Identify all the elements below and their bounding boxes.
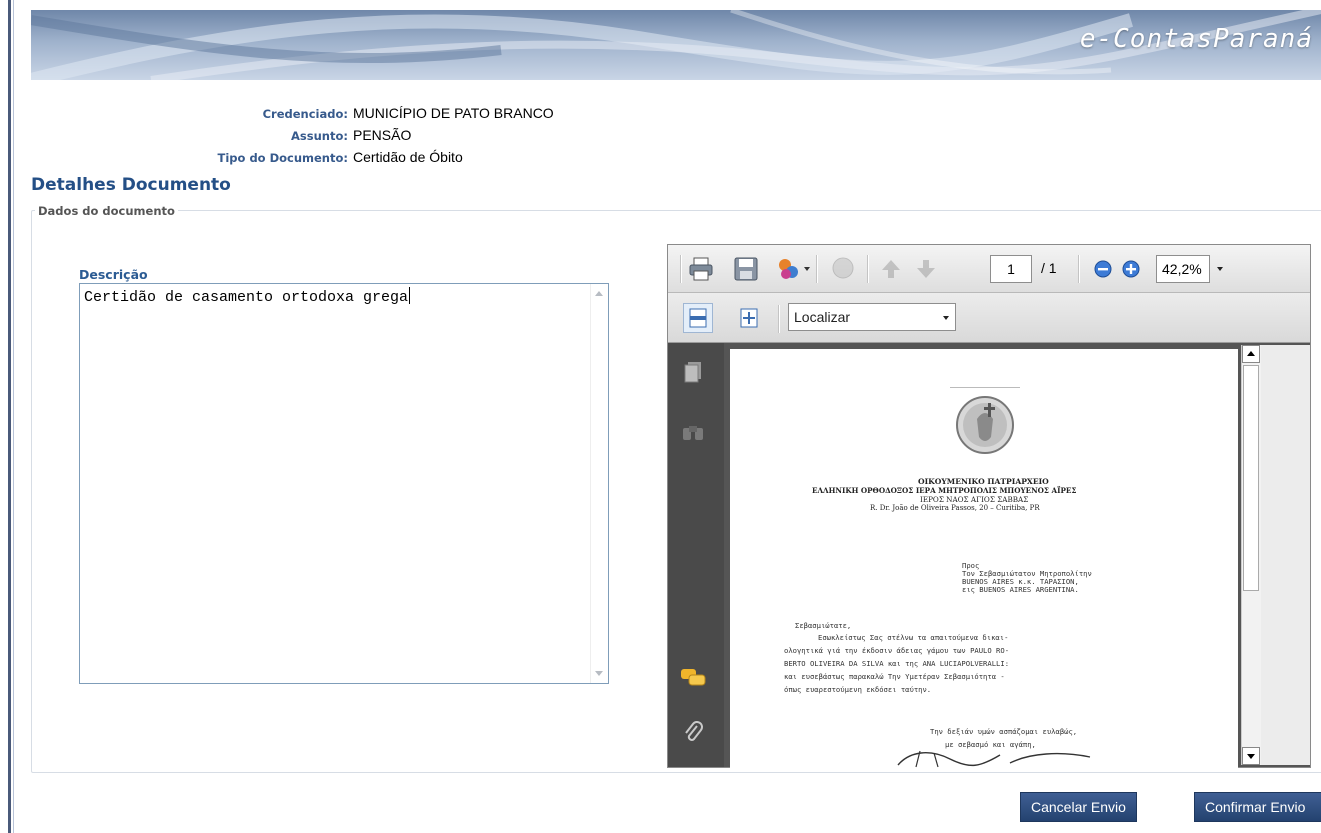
viewer-toolbar-bottom: [668, 293, 1310, 343]
page-number-input[interactable]: 1: [990, 255, 1032, 283]
document-area[interactable]: ΟΙΚΟΥΜΕΝΙΚΟ ΠΑΤΡΙΑΡΧΕΙΟ ΕΛΛΗΝΙΚΗ ΟΡΘΟΔΟΞ…: [724, 343, 1310, 769]
descricao-scrollbar[interactable]: [590, 284, 608, 683]
assunto-label: Assunto:: [291, 129, 348, 143]
paperclip-icon[interactable]: [678, 718, 708, 748]
left-border: [0, 0, 16, 833]
fit-width-icon[interactable]: [683, 303, 713, 333]
document-page: ΟΙΚΟΥΜΕΝΙΚΟ ΠΑΤΡΙΑΡΧΕΙΟ ΕΛΛΗΝΙΚΗ ΟΡΘΟΔΟΞ…: [730, 349, 1238, 769]
confirm-send-button[interactable]: Confirmar Envio: [1194, 792, 1321, 822]
doc-body-5: όπως ευαρεστούμενη εκδόσει ταύτην.: [784, 685, 932, 694]
pdf-viewer: 1 / 1 42,2% Localizar ΟΙΚΟΥΜΕΝΙΚΟ ΠΑΤΡΙΑ…: [667, 244, 1311, 769]
arrow-down-icon[interactable]: [911, 254, 941, 284]
fieldset-legend: Dados do documento: [35, 204, 178, 218]
comments-icon[interactable]: [678, 663, 708, 693]
doc-body-2: ολογητικά γιά την έκδοσιν άδειας γάμου τ…: [784, 646, 1010, 655]
document-scrollbar[interactable]: [1241, 345, 1310, 765]
doc-heading-2: ΕΛΛΗΝΙΚΗ ΟΡΘΟΔΟΞΟΣ ΙΕΡΑ ΜΗΤΡΟΠΟΛΙΣ ΜΠΟΥΕ…: [812, 486, 1077, 495]
zoom-level-input[interactable]: 42,2%: [1156, 255, 1210, 283]
pages-icon[interactable]: [678, 357, 708, 387]
patriarchate-seal-icon: [956, 396, 1014, 454]
find-input[interactable]: Localizar: [788, 303, 956, 331]
doc-body-3: BERTO OLIVEIRA DA SILVA και της ANA LUCI…: [784, 659, 1010, 668]
binoculars-icon[interactable]: [678, 417, 708, 447]
doc-closing-1: Την δεξιάν υμών ασπάζομαι ευλαβώς,: [930, 727, 1078, 736]
descricao-value: Certidão de casamento ortodoxa grega: [84, 289, 409, 306]
assunto-row: Assunto: PENSÃO: [31, 127, 631, 147]
credenciado-value: MUNICÍPIO DE PATO BRANCO: [353, 105, 554, 121]
doc-scroll-thumb[interactable]: [1243, 365, 1259, 591]
zoom-in-icon[interactable]: [1116, 254, 1146, 284]
section-title: Detalhes Documento: [31, 175, 231, 195]
doc-scroll-down-icon[interactable]: [1242, 747, 1260, 765]
zoom-dropdown-icon[interactable]: [1217, 267, 1223, 271]
save-icon[interactable]: [731, 254, 761, 284]
doc-salutation: Σεβασμιώτατε,: [795, 621, 852, 630]
scroll-up-icon[interactable]: [595, 291, 603, 296]
brand-logo: e-ContasParaná: [1079, 24, 1313, 54]
doc-body-1: Εσωκλείστως Σας στέλνω τα απαιτούμενα δι…: [818, 633, 1009, 642]
doc-scroll-up-icon[interactable]: [1242, 345, 1260, 363]
fit-page-icon[interactable]: [734, 303, 764, 333]
tipo-documento-label: Tipo do Documento:: [217, 151, 348, 165]
doc-address: R. Dr. João de Oliveira Passos, 20 – Cur…: [870, 504, 1040, 512]
doc-body-4: και ευσεβάστως παρακαλώ Την Υμετέραν Σεβ…: [784, 672, 1005, 681]
descricao-label: Descrição: [79, 267, 148, 282]
print-icon[interactable]: [686, 254, 716, 284]
credenciado-label: Credenciado:: [262, 107, 348, 121]
scroll-down-icon[interactable]: [595, 671, 603, 676]
cancel-send-button[interactable]: Cancelar Envio: [1020, 792, 1137, 822]
doc-heading-1: ΟΙΚΟΥΜΕΝΙΚΟ ΠΑΤΡΙΑΡΧΕΙΟ: [918, 477, 1049, 486]
page-total: / 1: [1041, 260, 1057, 276]
assunto-value: PENSÃO: [353, 127, 412, 143]
header-banner: e-ContasParaná: [31, 10, 1321, 80]
comment-icon[interactable]: [828, 254, 858, 284]
viewer-side-panel: [668, 343, 724, 767]
find-dropdown-icon[interactable]: [943, 316, 949, 320]
tipo-documento-value: Certidão de Óbito: [353, 149, 463, 165]
share-icon[interactable]: [774, 254, 804, 284]
descricao-textarea[interactable]: Certidão de casamento ortodoxa grega: [79, 283, 609, 684]
doc-recipient-4: εις BUENOS AIRES ARGENTINA.: [962, 585, 1079, 594]
text-caret: [409, 287, 411, 304]
doc-heading-3: ΙΕΡΟΣ ΝΑΟΣ ΑΓΙΟΣ ΣΑΒΒΑΣ: [920, 495, 1029, 504]
handwritten-signature: [897, 750, 1091, 768]
tipo-documento-row: Tipo do Documento: Certidão de Óbito: [31, 149, 631, 169]
arrow-up-icon[interactable]: [876, 254, 906, 284]
credenciado-row: Credenciado: MUNICÍPIO DE PATO BRANCO: [31, 105, 631, 125]
viewer-toolbar-top: 1 / 1 42,2%: [668, 245, 1310, 293]
zoom-out-icon[interactable]: [1088, 254, 1118, 284]
